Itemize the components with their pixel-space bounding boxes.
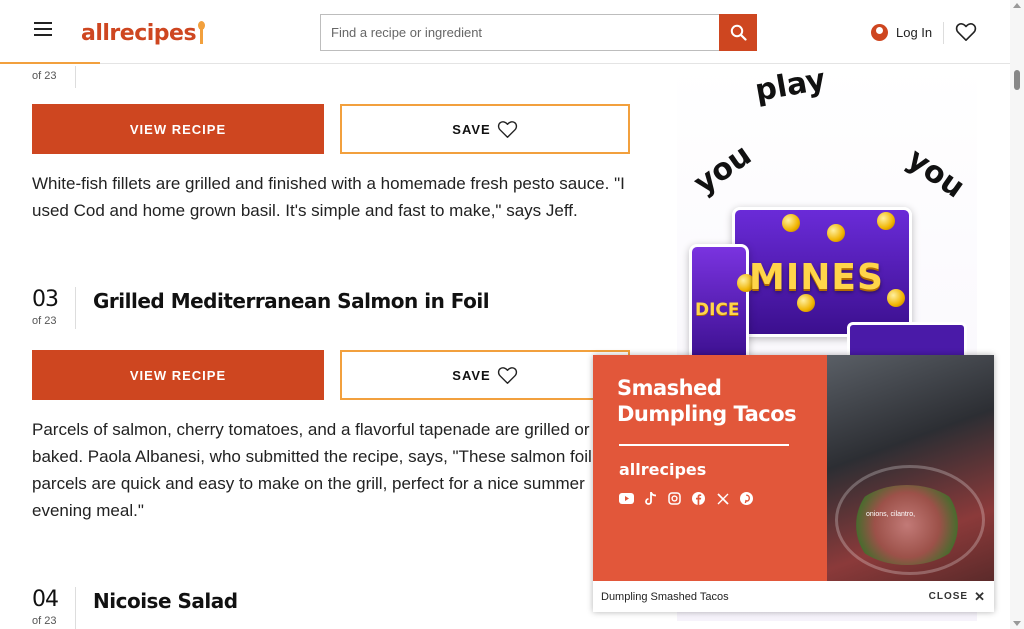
scroll-down-arrow-icon[interactable] bbox=[1013, 621, 1021, 626]
heart-icon bbox=[955, 23, 977, 41]
save-recipe-button[interactable]: SAVE bbox=[340, 104, 630, 154]
recipe-description: Parcels of salmon, cherry tomatoes, and … bbox=[32, 420, 592, 520]
recipe-count: of 23 bbox=[32, 70, 57, 82]
header-progress-accent bbox=[0, 62, 100, 64]
recipe-number: 03 bbox=[32, 287, 59, 312]
recipe-number-block: 03 of 23 bbox=[32, 287, 76, 329]
video-ad-player[interactable]: Smashed Dumpling Tacos allrecipes onions… bbox=[593, 355, 994, 612]
pinterest-icon[interactable] bbox=[739, 491, 754, 506]
search-bar bbox=[320, 14, 757, 51]
tiktok-icon[interactable] bbox=[643, 491, 658, 506]
video-ad-subtitle: onions, cilantro, bbox=[866, 511, 916, 518]
saved-recipes-button[interactable] bbox=[955, 22, 977, 47]
video-ad-headline-line: Smashed bbox=[617, 376, 722, 400]
video-ad-food-image bbox=[847, 485, 967, 565]
view-recipe-label: VIEW RECIPE bbox=[129, 367, 227, 383]
ad-game-subtitle: DICE bbox=[695, 300, 740, 320]
search-button[interactable] bbox=[719, 14, 757, 51]
recipe-title[interactable]: Grilled Mediterranean Salmon in Foil bbox=[93, 289, 490, 313]
ad-word: you bbox=[900, 141, 972, 206]
video-ad-divider bbox=[619, 444, 789, 446]
search-input[interactable] bbox=[320, 14, 719, 51]
recipe-number: 04 bbox=[32, 587, 59, 612]
heart-icon bbox=[497, 366, 517, 384]
view-recipe-label: VIEW RECIPE bbox=[129, 121, 227, 137]
ad-game-title: MINES bbox=[749, 257, 884, 298]
recipe-count: of 23 bbox=[32, 615, 57, 627]
facebook-icon[interactable] bbox=[691, 491, 706, 506]
menu-icon[interactable] bbox=[34, 22, 52, 36]
ad-word: play bbox=[752, 64, 829, 109]
save-label: SAVE bbox=[452, 367, 491, 383]
site-logo[interactable]: allrecipes bbox=[81, 19, 206, 47]
site-header: allrecipes Log In bbox=[0, 0, 1010, 64]
video-ad-brand-panel: Smashed Dumpling Tacos allrecipes bbox=[593, 355, 827, 581]
x-icon[interactable] bbox=[715, 491, 730, 506]
video-ad-caption: Dumpling Smashed Tacos bbox=[601, 590, 729, 603]
coin-icon bbox=[827, 224, 845, 242]
heart-icon bbox=[497, 120, 517, 138]
recipe-description: White-fish fillets are grilled and finis… bbox=[32, 174, 625, 220]
page-scrollbar[interactable] bbox=[1010, 0, 1024, 629]
video-ad-headline-line: Dumpling Tacos bbox=[617, 402, 797, 426]
youtube-icon[interactable] bbox=[619, 491, 634, 506]
recipe-number-block: of 23 bbox=[32, 66, 76, 88]
coin-icon bbox=[877, 212, 895, 230]
video-ad-caption-bar: Dumpling Smashed Tacos CLOSE ✕ bbox=[593, 581, 994, 612]
close-label: CLOSE bbox=[928, 591, 969, 602]
view-recipe-button[interactable]: VIEW RECIPE bbox=[32, 350, 324, 400]
header-divider bbox=[943, 22, 944, 44]
login-label: Log In bbox=[896, 24, 933, 40]
login-link[interactable]: Log In bbox=[871, 20, 932, 44]
video-ad-social-links bbox=[619, 491, 754, 506]
search-icon bbox=[730, 24, 747, 41]
video-ad-headline: Smashed Dumpling Tacos bbox=[617, 375, 797, 427]
video-ad-logo: allrecipes bbox=[619, 460, 707, 479]
coin-icon bbox=[887, 289, 905, 307]
ad-word: you bbox=[687, 137, 759, 202]
recipe-title[interactable]: Nicoise Salad bbox=[93, 589, 238, 613]
save-recipe-button[interactable]: SAVE bbox=[340, 350, 630, 400]
recipe-number-block: 04 of 23 bbox=[32, 587, 76, 629]
close-icon: ✕ bbox=[974, 588, 986, 604]
video-ad-footage bbox=[827, 355, 994, 581]
user-icon bbox=[871, 23, 888, 41]
scroll-up-arrow-icon[interactable] bbox=[1013, 3, 1021, 8]
spoon-icon bbox=[198, 21, 206, 45]
save-label: SAVE bbox=[452, 121, 491, 137]
coin-icon bbox=[782, 214, 800, 232]
instagram-icon[interactable] bbox=[667, 491, 682, 506]
close-video-button[interactable]: CLOSE ✕ bbox=[929, 589, 986, 605]
recipe-count: of 23 bbox=[32, 315, 57, 327]
logo-text: allrecipes bbox=[81, 20, 197, 46]
scrollbar-thumb[interactable] bbox=[1014, 70, 1020, 90]
view-recipe-button[interactable]: VIEW RECIPE bbox=[32, 104, 324, 154]
